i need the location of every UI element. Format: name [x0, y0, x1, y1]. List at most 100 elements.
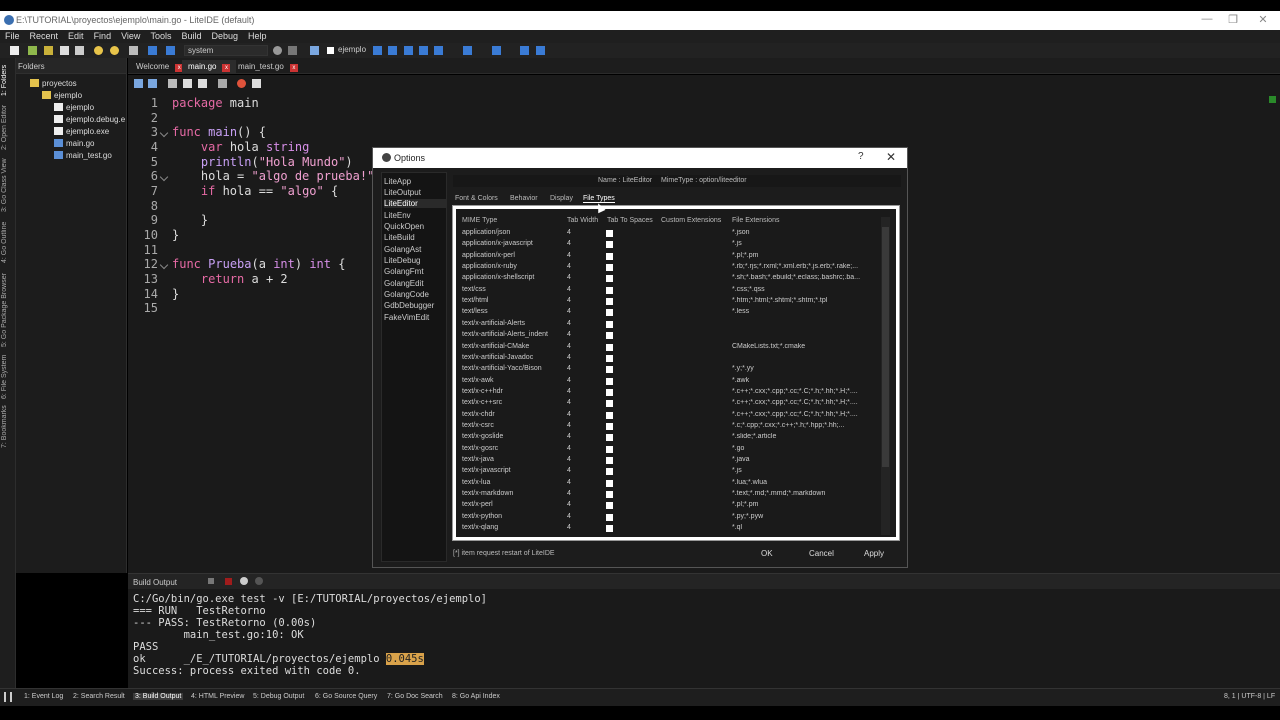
tab-width-cell[interactable]: 4	[567, 513, 571, 520]
file-extensions-cell[interactable]: *.htm;*.html;*.shtml;*.shtm;*.tpl	[732, 297, 876, 304]
file-extensions-cell[interactable]: *.slide;*.article	[732, 433, 876, 440]
test-icon[interactable]	[492, 46, 501, 55]
column-tab-to-spaces[interactable]: Tab To Spaces	[607, 217, 653, 224]
file-type-row[interactable]: text/x-qlang 4 *.ql	[456, 524, 876, 535]
bottom-tab-html-preview[interactable]: 4: HTML Preview	[191, 693, 244, 700]
file-type-row[interactable]: application/x-ruby 4 *.rb;*.rjs;*.rxml;*.x…	[456, 263, 876, 274]
dialog-close-button[interactable]: ✕	[886, 150, 896, 164]
redo-icon[interactable]	[148, 79, 157, 88]
column-custom-extensions[interactable]: Custom Extensions	[661, 217, 721, 224]
tab-to-spaces-checkbox[interactable]	[606, 264, 613, 272]
tab-width-cell[interactable]: 4	[567, 490, 571, 497]
gear-icon[interactable]	[310, 46, 319, 55]
category-liteoutput[interactable]: LiteOutput	[384, 188, 421, 197]
file-type-row[interactable]: text/x-artificial-CMake 4 CMakeLists.txt;*…	[456, 343, 876, 354]
clear-icon[interactable]	[208, 578, 214, 584]
category-golangfmt[interactable]: GolangFmt	[384, 267, 424, 276]
tree-item-main-test-go[interactable]: main_test.go	[54, 151, 112, 160]
settings-panel-icon[interactable]	[288, 46, 297, 55]
tab-width-cell[interactable]: 4	[567, 422, 571, 429]
tree-item-ejemplo-debug[interactable]: ejemplo.debug.e	[54, 115, 125, 124]
file-extensions-cell[interactable]: *.java	[732, 456, 876, 463]
file-type-row[interactable]: text/x-chdr 4 *.c++;*.cxx;*.cpp;*.cc;*.C;*…	[456, 411, 876, 422]
tree-item-main-go[interactable]: main.go	[54, 139, 94, 148]
file-extensions-cell[interactable]: *.rb;*.rjs;*.rxml;*.xml.erb;*.js.erb;*.r…	[732, 263, 876, 270]
build-run-icon[interactable]	[388, 46, 397, 55]
dock-go-outline[interactable]: 4: Go Outline	[1, 218, 15, 266]
tab-width-cell[interactable]: 4	[567, 308, 571, 315]
file-extensions-cell[interactable]: *.json	[732, 229, 876, 236]
tab-width-cell[interactable]: 4	[567, 445, 571, 452]
ok-button[interactable]: OK	[761, 549, 773, 558]
settings-icon[interactable]	[255, 577, 263, 585]
project-checkbox[interactable]	[327, 47, 334, 54]
forward-icon[interactable]	[110, 46, 119, 55]
file-type-row[interactable]: text/x-awk 4 *.awk	[456, 377, 876, 388]
file-extensions-cell[interactable]: *.c++;*.cxx;*.cpp;*.cc;*.C;*.h;*.hh;*.H;…	[732, 388, 876, 395]
bottom-tab-event-log[interactable]: 1: Event Log	[24, 693, 63, 700]
tab-width-cell[interactable]: 4	[567, 354, 571, 361]
undo-icon[interactable]	[134, 79, 143, 88]
file-type-row[interactable]: text/x-javascript 4 *.js	[456, 467, 876, 478]
tab-to-spaces-checkbox[interactable]	[606, 252, 613, 260]
stop-icon[interactable]	[237, 79, 246, 88]
tab-width-cell[interactable]: 4	[567, 411, 571, 418]
tab-to-spaces-checkbox[interactable]	[606, 400, 613, 408]
bottom-tab-go-api-index[interactable]: 8: Go Api Index	[452, 693, 500, 700]
file-extensions-cell[interactable]: *.awk	[732, 377, 876, 384]
file-type-row[interactable]: text/x-artificial-Yacc/Bison 4 *.y;*.yy	[456, 365, 876, 376]
tab-width-cell[interactable]: 4	[567, 456, 571, 463]
tab-to-spaces-checkbox[interactable]	[606, 468, 613, 476]
column-file-extensions[interactable]: File Extensions	[732, 217, 779, 224]
tab-width-cell[interactable]: 4	[567, 479, 571, 486]
paste-icon[interactable]	[198, 79, 207, 88]
go-icon[interactable]	[166, 46, 175, 55]
back-icon[interactable]	[94, 46, 103, 55]
save-icon[interactable]	[60, 46, 69, 55]
run-file-icon[interactable]	[419, 46, 428, 55]
tab-width-cell[interactable]: 4	[567, 501, 571, 508]
file-extensions-cell[interactable]: *.go	[732, 445, 876, 452]
tab-width-cell[interactable]: 4	[567, 274, 571, 281]
refresh-icon[interactable]	[273, 46, 282, 55]
bottom-tab-go-doc-search[interactable]: 7: Go Doc Search	[387, 693, 443, 700]
category-fakevimedit[interactable]: FakeVimEdit	[384, 313, 429, 322]
bottom-tab-build-output[interactable]: 3: Build Output	[133, 693, 184, 700]
tab-to-spaces-checkbox[interactable]	[606, 377, 613, 385]
file-extensions-cell[interactable]: *.py;*.pyw	[732, 513, 876, 520]
menu-view[interactable]: View	[116, 30, 145, 42]
tab-width-cell[interactable]: 4	[567, 467, 571, 474]
file-type-row[interactable]: text/x-c++hdr 4 *.c++;*.cxx;*.cpp;*.cc;*.C…	[456, 388, 876, 399]
file-extensions-cell[interactable]: *.js	[732, 467, 876, 474]
tab-main-go[interactable]: main.go x	[182, 60, 237, 73]
tab-width-cell[interactable]: 4	[567, 252, 571, 259]
file-type-row[interactable]: text/x-gosrc 4 *.go	[456, 445, 876, 456]
menu-tools[interactable]: Tools	[145, 30, 176, 42]
environment-select[interactable]: system	[184, 45, 268, 56]
tab-to-spaces-checkbox[interactable]	[606, 309, 613, 317]
lock-icon[interactable]	[218, 79, 227, 88]
menu-help[interactable]: Help	[243, 30, 272, 42]
tab-display[interactable]: Display	[550, 195, 573, 202]
file-extensions-cell[interactable]: CMakeLists.txt;*.cmake	[732, 343, 876, 350]
file-type-row[interactable]: application/json 4 *.json	[456, 229, 876, 240]
category-golangcode[interactable]: GolangCode	[384, 290, 429, 299]
pane-toggle-icon[interactable]	[4, 692, 12, 702]
close-tab-icon[interactable]: x	[222, 64, 231, 72]
tab-to-spaces-checkbox[interactable]	[606, 298, 613, 306]
bottom-tab-search-result[interactable]: 2: Search Result	[73, 693, 125, 700]
tab-width-cell[interactable]: 4	[567, 331, 571, 338]
open-folder-icon[interactable]	[44, 46, 53, 55]
tab-to-spaces-checkbox[interactable]	[606, 422, 613, 430]
file-type-row[interactable]: application/x-javascript 4 *.js	[456, 240, 876, 251]
category-golangast[interactable]: GolangAst	[384, 245, 421, 254]
file-extensions-cell[interactable]: *.y;*.yy	[732, 365, 876, 372]
category-liteenv[interactable]: LiteEnv	[384, 211, 411, 220]
menu-debug[interactable]: Debug	[206, 30, 243, 42]
debug-icon[interactable]	[463, 46, 472, 55]
file-type-row[interactable]: text/x-artificial-Javadoc 4	[456, 354, 876, 365]
help-button[interactable]: ?	[858, 151, 864, 162]
tree-item-ejemplo-exe[interactable]: ejemplo.exe	[54, 127, 109, 136]
file-type-row[interactable]: text/x-lua 4 *.lua;*.wlua	[456, 479, 876, 490]
tab-width-cell[interactable]: 4	[567, 263, 571, 270]
